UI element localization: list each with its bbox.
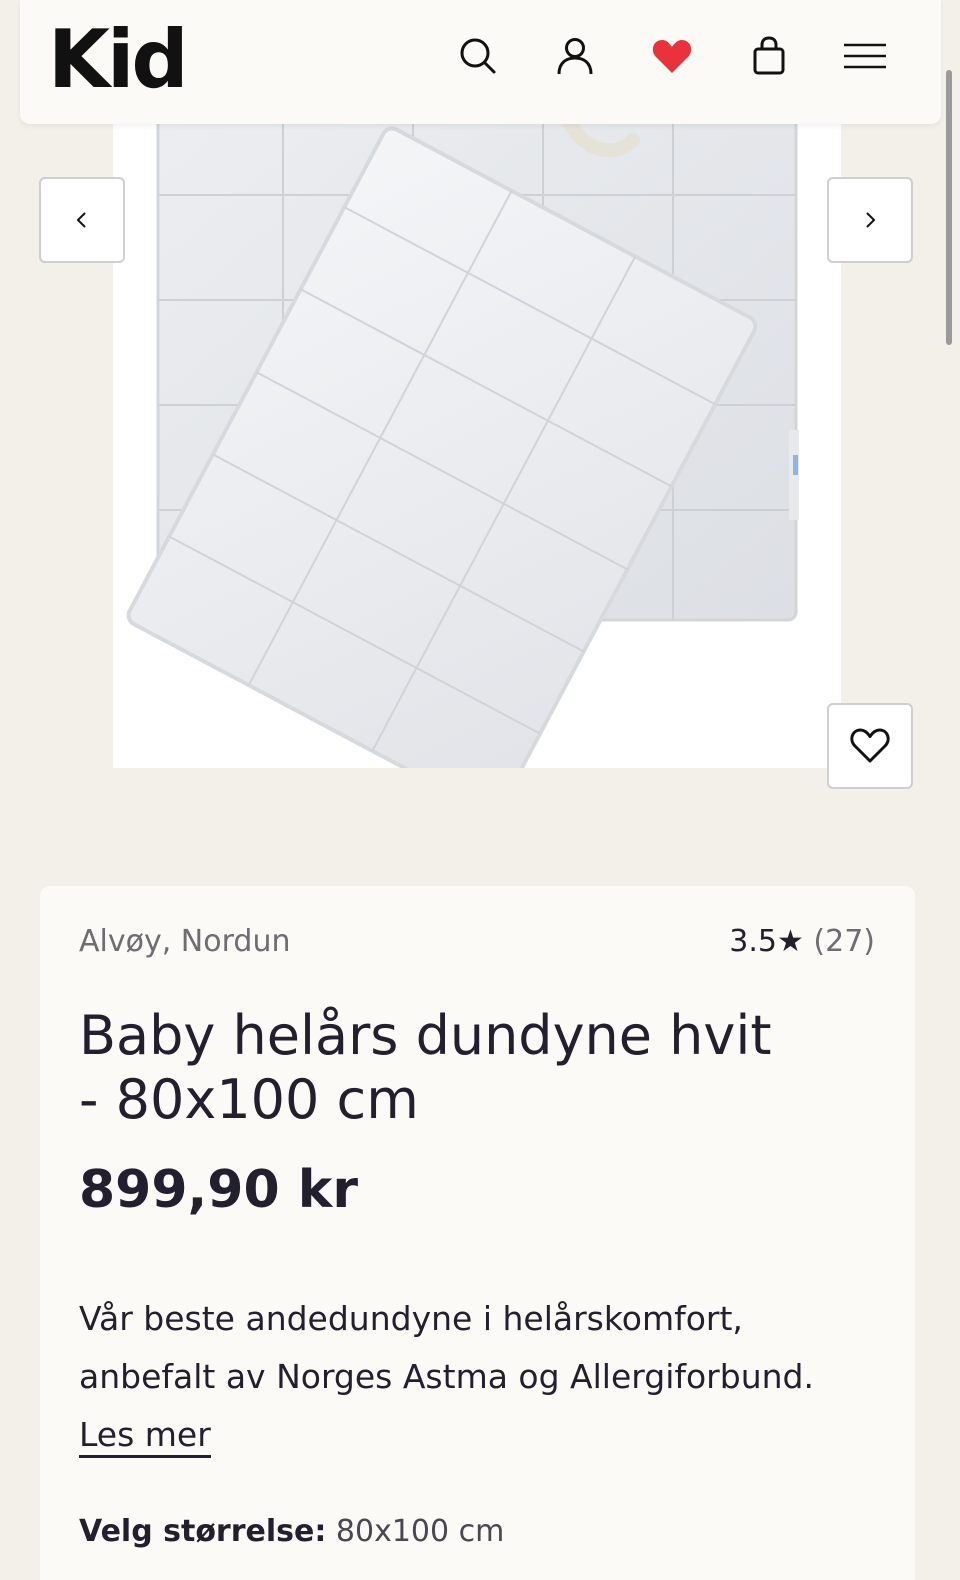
product-brand[interactable]: Alvøy, Nordun (79, 924, 290, 959)
description-text: Vår beste andedundyne i helårskomfort, a… (79, 1299, 814, 1396)
account-icon[interactable] (553, 34, 597, 78)
star-icon: ★ (776, 924, 804, 959)
size-selector[interactable]: Velg størrelse: 80x100 cm (79, 1514, 504, 1549)
heart-outline-icon (850, 728, 890, 763)
scrollbar[interactable] (946, 70, 952, 345)
product-rating[interactable]: 3.5★ (27) (729, 924, 875, 959)
product-description: Vår beste andedundyne i helårskomfort, a… (79, 1290, 879, 1464)
product-price: 899,90 kr (79, 1160, 358, 1220)
shopping-bag-icon[interactable] (747, 34, 791, 78)
search-icon[interactable] (456, 34, 500, 78)
product-page: Kid Alvøy, Nordun 3.5★ (27) Baby helårs … (0, 0, 960, 1580)
menu-icon[interactable] (843, 34, 887, 78)
add-to-favorites-button[interactable] (827, 703, 913, 789)
favorites-heart-icon[interactable] (650, 34, 694, 78)
size-label: Velg størrelse: (79, 1514, 327, 1549)
chevron-left-icon (76, 212, 86, 228)
kid-logo[interactable]: Kid (48, 12, 189, 108)
rating-value: 3.5 (729, 924, 777, 959)
product-title: Baby helårs dundyne hvit - 80x100 cm (79, 1004, 772, 1131)
rating-count: (27) (813, 924, 875, 959)
site-header: Kid (20, 0, 941, 124)
chevron-right-icon (866, 212, 876, 228)
size-value: 80x100 cm (335, 1514, 505, 1549)
previous-image-button[interactable] (39, 177, 125, 263)
next-image-button[interactable] (827, 177, 913, 263)
read-more-link[interactable]: Les mer (79, 1415, 211, 1458)
product-info-card: Alvøy, Nordun 3.5★ (27) Baby helårs dund… (40, 886, 915, 1580)
